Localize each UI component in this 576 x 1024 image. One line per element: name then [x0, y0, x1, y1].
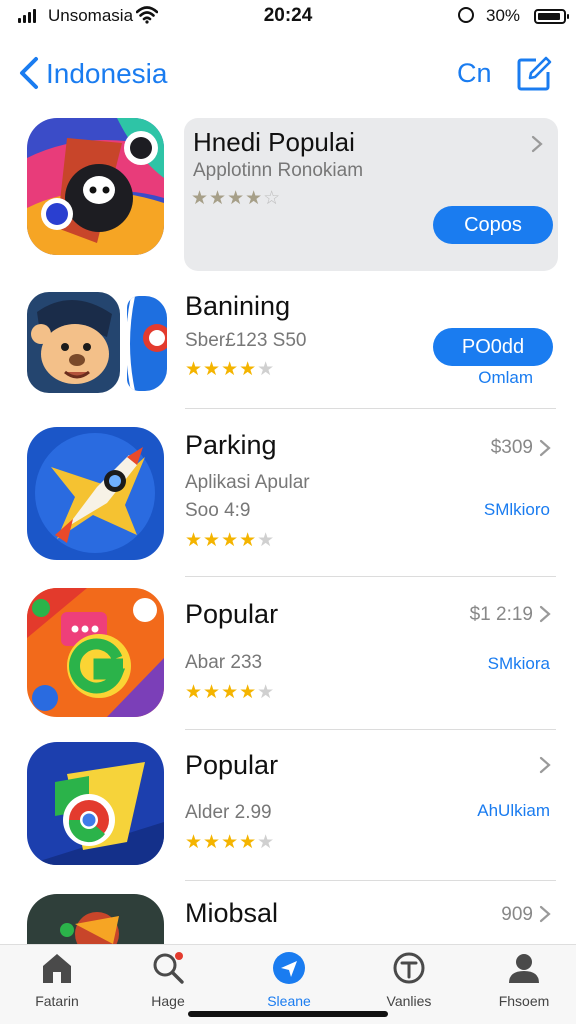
app-subtitle-secondary: Soo 4:9	[185, 500, 251, 521]
battery-icon	[534, 9, 569, 24]
status-bar: Unsomasia 20:24 30%	[0, 0, 576, 34]
home-icon	[43, 954, 71, 983]
app-subtitle: Aplikasi Apular	[185, 472, 310, 493]
star-rating: ★★★★★	[185, 359, 276, 380]
in-app-link[interactable]: SMlkioro	[484, 500, 550, 520]
battery-percent: 30%	[486, 6, 521, 25]
chevron-right-icon	[539, 439, 551, 457]
tab-label: Sleane	[267, 993, 311, 1009]
chevron-right-icon	[531, 135, 543, 153]
divider	[185, 729, 556, 730]
app-icon-popular[interactable]	[27, 588, 164, 717]
in-app-link[interactable]: Omlam	[478, 368, 533, 388]
home-indicator[interactable]	[188, 1011, 388, 1017]
star-rating: ★★★★★	[185, 530, 276, 551]
app-title: Hnedi Populai	[193, 127, 355, 157]
app-price: 909	[501, 904, 533, 925]
compose-icon[interactable]	[516, 56, 552, 92]
app-icon-banining[interactable]	[27, 292, 120, 393]
in-app-link[interactable]: SMkiora	[488, 654, 550, 674]
updates-icon	[393, 952, 425, 984]
app-subtitle: Applotinn Ronokiam	[193, 160, 364, 181]
app-price: $1 2:19	[469, 604, 533, 625]
app-price: $309	[490, 437, 533, 458]
app-title: Parking	[185, 430, 277, 460]
back-button[interactable]: Indonesia	[46, 58, 167, 90]
tab-search[interactable]: Hage	[113, 951, 223, 1015]
tab-today[interactable]: Fatarin	[2, 951, 112, 1015]
app-icon-parking[interactable]	[27, 427, 164, 560]
chevron-right-icon	[539, 905, 551, 923]
chevron-right-icon	[539, 605, 551, 623]
chevron-right-icon	[539, 756, 551, 774]
tab-label: Fatarin	[35, 993, 79, 1009]
app-title: Miobsal	[185, 898, 279, 928]
divider	[185, 576, 556, 577]
app-icon-popular-2[interactable]	[27, 742, 164, 865]
tab-location[interactable]: Sleane	[234, 951, 344, 1015]
star-rating: ★★★★★	[185, 832, 276, 853]
app-title: Popular	[185, 750, 279, 780]
tab-label: Vanlies	[386, 993, 432, 1009]
app-subtitle: Abar 233	[185, 652, 263, 673]
app-subtitle: Alder 2.99	[185, 802, 272, 823]
search-icon	[153, 952, 184, 984]
nav-right-button[interactable]: Cn	[457, 58, 492, 89]
get-button[interactable]: Copos	[433, 206, 553, 244]
app-subtitle: Sber£123 S50	[185, 330, 307, 351]
tab-profile[interactable]: Fhsoem	[469, 951, 576, 1015]
rotation-lock-icon	[458, 7, 474, 23]
get-button[interactable]: PO0dd	[433, 328, 553, 366]
app-icon-secondary	[127, 296, 167, 391]
profile-icon	[509, 954, 539, 983]
app-title: Popular	[185, 599, 279, 629]
app-title: Banining	[185, 291, 291, 321]
star-rating: ★★★★☆	[191, 188, 282, 209]
in-app-link[interactable]: AhUlkiam	[477, 801, 550, 821]
star-rating: ★★★★★	[185, 682, 276, 703]
app-icon-featured[interactable]	[27, 118, 164, 255]
divider	[185, 408, 556, 409]
tab-label: Hage	[151, 993, 185, 1009]
tab-label: Fhsoem	[498, 993, 550, 1009]
navigation-bar: Indonesia Cn	[0, 46, 576, 102]
divider	[185, 880, 556, 881]
chevron-left-icon[interactable]	[18, 56, 40, 90]
location-icon	[273, 952, 305, 984]
tab-updates[interactable]: Vanlies	[354, 951, 464, 1015]
